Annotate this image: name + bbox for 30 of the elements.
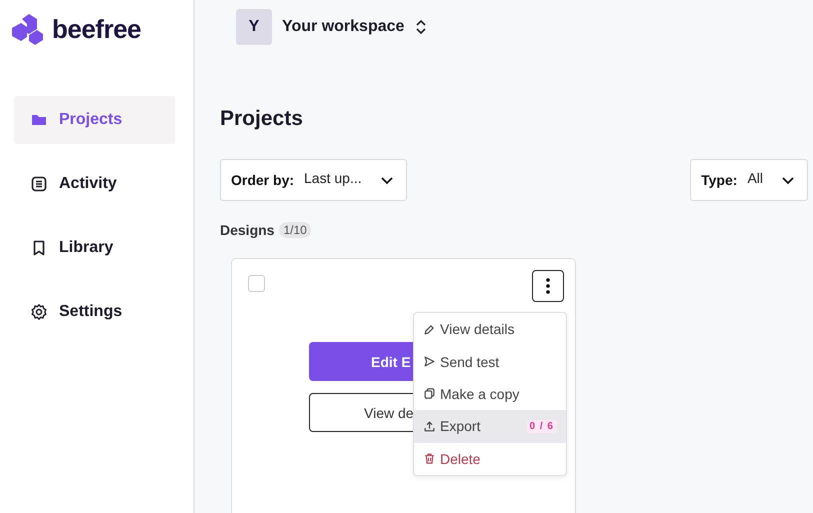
up-down-chevron-icon xyxy=(414,18,428,36)
more-options-button[interactable] xyxy=(532,270,564,302)
workspace-switcher[interactable]: Y Your workspace xyxy=(236,9,428,45)
workspace-avatar: Y xyxy=(236,9,272,45)
menu-item[interactable]: Make a copy xyxy=(414,378,566,410)
logo-icon xyxy=(12,12,46,46)
checkbox[interactable] xyxy=(248,275,265,292)
sidebar-item[interactable]: Activity xyxy=(14,160,175,208)
count-badge: 1/10 xyxy=(279,222,311,238)
menu-item[interactable]: Export 0 / 6 xyxy=(414,410,566,443)
export-icon xyxy=(423,420,436,433)
pencil-icon xyxy=(423,322,436,336)
menu-item[interactable]: Send test xyxy=(414,345,566,378)
logo-text: beefree xyxy=(52,14,141,44)
filter-dropdown[interactable]: Type: All xyxy=(690,159,808,201)
copy-icon xyxy=(423,387,436,400)
sidebar-item[interactable]: Projects xyxy=(14,96,175,144)
sidebar-item[interactable]: Library xyxy=(14,224,175,272)
sidebar-item[interactable]: Settings xyxy=(14,288,175,336)
trash-icon xyxy=(423,452,436,466)
page-heading: Projects xyxy=(220,107,304,131)
menu-item[interactable]: View details xyxy=(414,313,566,346)
more-icon xyxy=(546,278,550,294)
send-icon xyxy=(423,355,436,368)
filter-dropdown[interactable]: Order by: Last up... xyxy=(220,159,407,201)
count-badge: 0 / 6 xyxy=(526,420,557,433)
settings-icon xyxy=(30,303,48,321)
menu-item[interactable]: Delete xyxy=(414,442,566,475)
list-icon xyxy=(30,175,48,193)
section-label: Designs xyxy=(220,222,274,238)
